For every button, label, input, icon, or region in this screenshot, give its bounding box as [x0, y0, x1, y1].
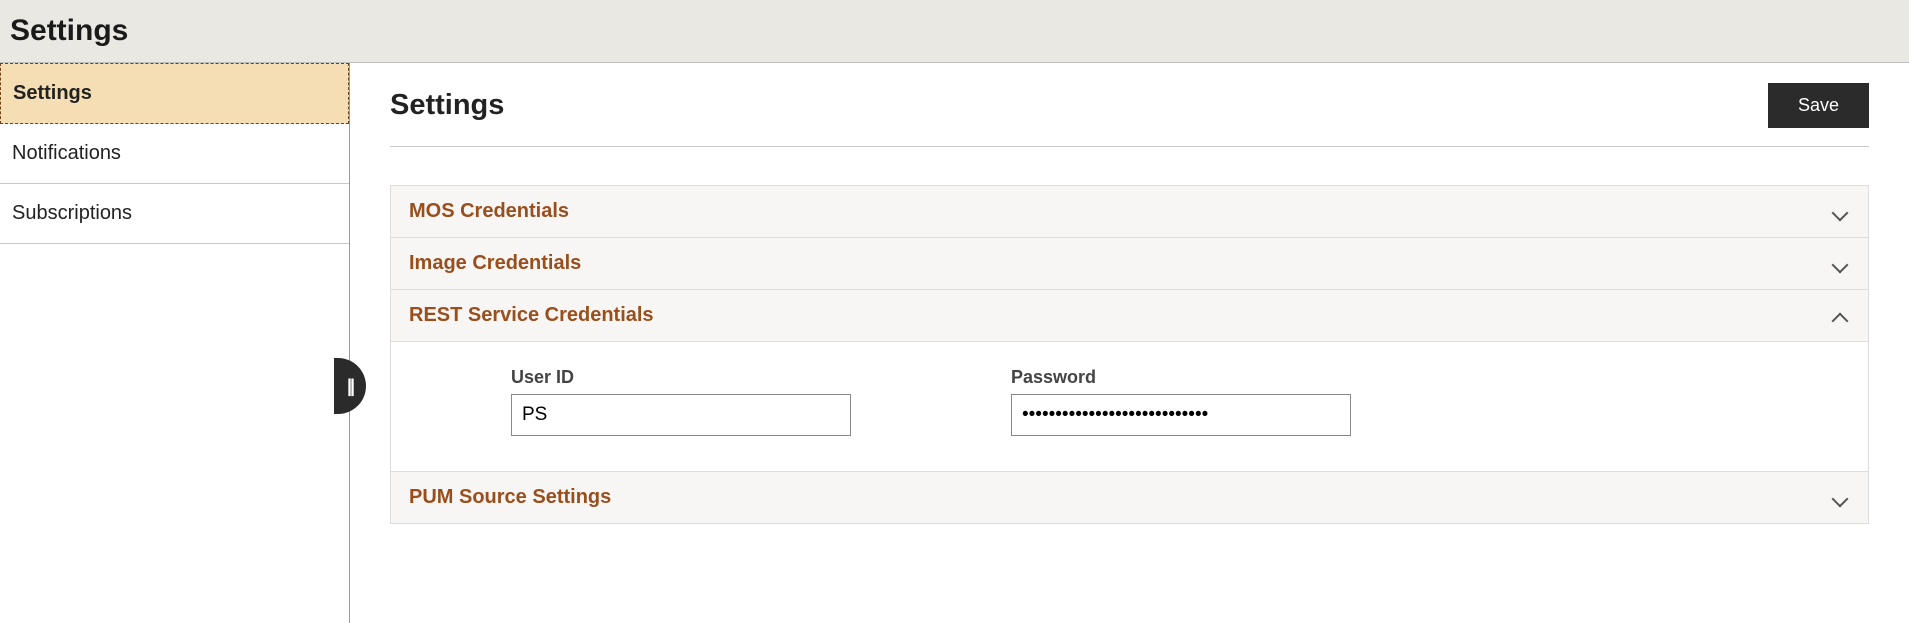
password-group: Password	[1011, 367, 1351, 436]
collapse-icon: ||	[347, 376, 353, 397]
sidebar-item-settings[interactable]: Settings	[0, 63, 349, 124]
chevron-down-icon	[1830, 254, 1850, 274]
user-id-group: User ID	[511, 367, 851, 436]
chevron-down-icon	[1830, 488, 1850, 508]
sidebar: Settings Notifications Subscriptions	[0, 63, 350, 623]
settings-accordion: MOS Credentials Image Credentials REST S…	[390, 185, 1869, 524]
chevron-up-icon	[1830, 306, 1850, 326]
content-title: Settings	[390, 89, 504, 122]
user-id-label: User ID	[511, 367, 851, 388]
top-bar: Settings	[0, 0, 1909, 63]
sidebar-item-subscriptions[interactable]: Subscriptions	[0, 184, 349, 244]
save-button[interactable]: Save	[1768, 83, 1869, 128]
main-header: Settings Save	[390, 83, 1869, 147]
page-title: Settings	[10, 14, 1899, 48]
sidebar-item-label: Subscriptions	[12, 202, 132, 224]
section-title: PUM Source Settings	[409, 486, 611, 509]
password-input[interactable]	[1011, 394, 1351, 436]
user-id-input[interactable]	[511, 394, 851, 436]
section-title: MOS Credentials	[409, 200, 569, 223]
section-rest-credentials[interactable]: REST Service Credentials	[391, 290, 1868, 342]
section-pum-settings[interactable]: PUM Source Settings	[391, 472, 1868, 523]
sidebar-item-label: Notifications	[12, 142, 121, 164]
layout: Settings Notifications Subscriptions || …	[0, 63, 1909, 623]
main-content: Settings Save MOS Credentials Image Cred…	[350, 63, 1909, 623]
section-mos-credentials[interactable]: MOS Credentials	[391, 186, 1868, 238]
section-title: REST Service Credentials	[409, 304, 654, 327]
sidebar-item-notifications[interactable]: Notifications	[0, 124, 349, 184]
chevron-down-icon	[1830, 202, 1850, 222]
section-title: Image Credentials	[409, 252, 581, 275]
sidebar-item-label: Settings	[13, 82, 92, 104]
password-label: Password	[1011, 367, 1351, 388]
rest-credentials-body: User ID Password	[391, 342, 1868, 472]
section-image-credentials[interactable]: Image Credentials	[391, 238, 1868, 290]
